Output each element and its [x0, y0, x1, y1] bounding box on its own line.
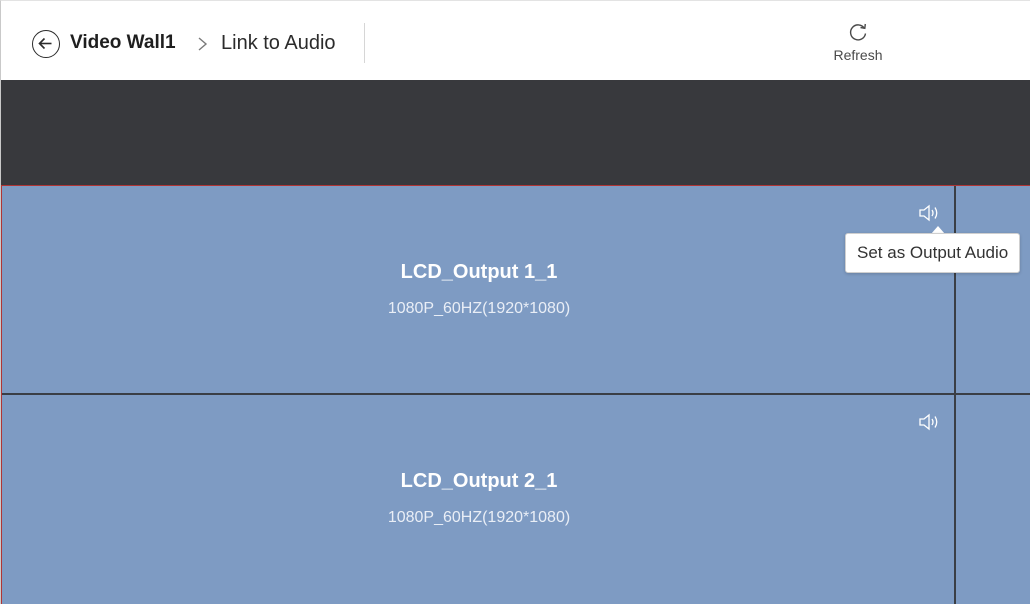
speaker-icon[interactable]: [918, 413, 940, 431]
screen-lcd-output-2-1[interactable]: LCD_Output 2_1 1080P_60HZ(1920*1080): [2, 395, 956, 604]
header-divider: [364, 23, 365, 63]
screen-resolution: 1080P_60HZ(1920*1080): [387, 509, 571, 526]
set-output-audio-tooltip: Set as Output Audio: [845, 233, 1021, 273]
back-arrow-icon: [38, 37, 52, 50]
chevron-right-icon: [198, 37, 208, 51]
screen-name: LCD_Output 2_1: [400, 470, 558, 492]
screen-lcd-output-1-1[interactable]: LCD_Output 1_1 1080P_60HZ(1920*1080): [2, 186, 956, 395]
page-header: Video Wall1 Link to Audio Refresh: [1, 1, 1030, 80]
breadcrumb-link-to-audio: Link to Audio: [221, 32, 336, 54]
screen-column-2-row-1[interactable]: [956, 186, 1030, 395]
refresh-icon: [849, 23, 867, 41]
screen-name: LCD_Output 1_1: [400, 261, 558, 283]
refresh-button[interactable]: Refresh: [821, 21, 895, 69]
refresh-label: Refresh: [833, 47, 883, 63]
screen-resolution: 1080P_60HZ(1920*1080): [387, 300, 571, 317]
screen-column-2-row-2[interactable]: [956, 395, 1030, 604]
speaker-icon[interactable]: [918, 204, 940, 222]
wall-toolbar-band: [1, 80, 1030, 185]
back-button[interactable]: [32, 30, 60, 58]
app-frame: Video Wall1 Link to Audio Refresh LCD_Ou…: [0, 0, 1030, 604]
breadcrumb-video-wall[interactable]: Video Wall1: [70, 32, 176, 54]
